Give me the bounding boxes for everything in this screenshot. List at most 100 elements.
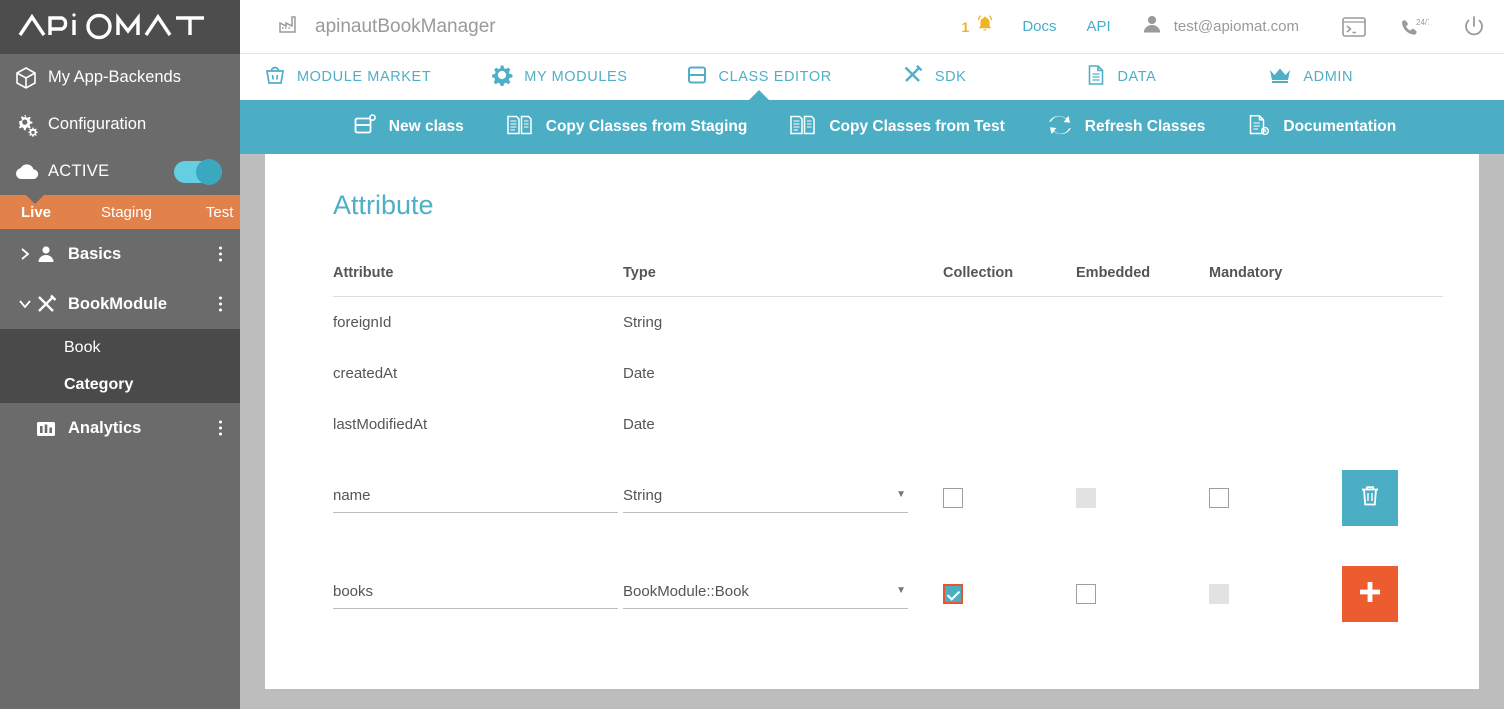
new-class-button[interactable]: New class (353, 113, 464, 141)
cell-collection (943, 399, 1076, 450)
tree-item-menu-icon[interactable] (219, 420, 222, 436)
tree-item-menu-icon[interactable] (219, 246, 222, 262)
table-header-row: Attribute Type Collection Embedded Manda… (333, 265, 1443, 297)
embedded-checkbox[interactable] (1076, 583, 1096, 604)
factory-icon (278, 14, 302, 40)
attribute-type-select[interactable]: BookModule::Book ▼ (623, 579, 908, 609)
cell-action (1342, 297, 1443, 348)
main-nav-tabs: MODULE MARKET MY MODULES CLASS EDITOR SD… (240, 54, 1504, 100)
attribute-name-input[interactable] (333, 482, 618, 513)
tab-class-editor[interactable]: CLASS EDITOR (686, 54, 832, 100)
env-tab-test[interactable]: Test (200, 204, 240, 221)
cell-embedded (1076, 546, 1209, 642)
collection-checkbox[interactable] (943, 583, 963, 604)
cell-collection (943, 297, 1076, 348)
env-tab-staging[interactable]: Staging (95, 204, 158, 221)
toggle-knob (196, 158, 222, 185)
column-header-type: Type (623, 265, 943, 297)
gears-icon (14, 113, 48, 137)
sidebar-item-configuration[interactable]: Configuration (0, 101, 240, 148)
tab-admin[interactable]: ADMIN (1268, 54, 1353, 100)
notifications-button[interactable]: 1 (962, 13, 997, 40)
plus-icon (1357, 579, 1383, 609)
cell-embedded (1076, 399, 1209, 450)
column-header-collection: Collection (943, 265, 1076, 297)
documentation-button[interactable]: Documentation (1247, 114, 1396, 141)
toolbar-label: Copy Classes from Staging (545, 118, 748, 135)
cell-action (1342, 348, 1443, 399)
tree-child-book[interactable]: Book (0, 329, 240, 366)
docs-link[interactable]: Docs (1022, 18, 1056, 35)
attribute-name-input[interactable] (333, 578, 618, 609)
content-area: Attribute Attribute Type Collection Embe… (240, 154, 1504, 709)
column-header-embedded: Embedded (1076, 265, 1209, 297)
api-link[interactable]: API (1087, 18, 1111, 35)
env-tab-live[interactable]: Live (15, 204, 57, 221)
console-icon[interactable] (1341, 16, 1367, 38)
attributes-table: Attribute Type Collection Embedded Manda… (333, 265, 1443, 642)
tools-icon (36, 294, 68, 314)
tab-my-modules[interactable]: MY MODULES (491, 54, 627, 100)
tree-item-label: BookModule (68, 294, 167, 313)
app-root: My App-Backends Configuration ACTIVE Liv… (0, 0, 1504, 709)
cell-attribute: lastModifiedAt (333, 415, 428, 433)
table-row: String ▼ (333, 450, 1443, 546)
delete-attribute-button[interactable] (1342, 469, 1398, 526)
sidebar-tree-bookmodule[interactable]: BookModule (0, 279, 240, 329)
copy-classes-from-staging-button[interactable]: Copy Classes from Staging (506, 114, 748, 141)
embedded-checkbox (1076, 487, 1096, 508)
column-header-mandatory: Mandatory (1209, 265, 1342, 297)
collection-checkbox[interactable] (943, 487, 963, 508)
doc-icon (1247, 114, 1271, 141)
toolbar-label: Refresh Classes (1084, 118, 1206, 135)
environment-tabs: Live Staging Test (0, 195, 240, 229)
table-row: foreignId String (333, 297, 1443, 348)
sidebar-item-my-app-backends[interactable]: My App-Backends (0, 54, 240, 101)
cell-collection (943, 348, 1076, 399)
chevron-down-icon: ▼ (896, 488, 906, 500)
tab-data[interactable]: DATA (1086, 54, 1156, 100)
cell-attribute: createdAt (333, 364, 398, 382)
class-icon (686, 64, 708, 90)
logo-area[interactable] (0, 0, 240, 54)
top-header: apinautBookManager 1 Docs API test@apiom… (240, 0, 1504, 54)
tree-child-category[interactable]: Category (0, 366, 240, 403)
table-row: createdAt Date (333, 348, 1443, 399)
support-phone-icon[interactable]: 24/7 (1399, 16, 1429, 38)
cell-embedded (1076, 348, 1209, 399)
cell-type: String (623, 313, 663, 331)
active-toggle[interactable] (174, 158, 222, 185)
trash-icon (1358, 483, 1382, 513)
cell-mandatory (1209, 450, 1342, 546)
tab-module-market[interactable]: MODULE MARKET (264, 54, 431, 100)
tab-sdk[interactable]: SDK (902, 54, 967, 100)
user-menu[interactable]: test@apiomat.com (1141, 13, 1299, 40)
mandatory-checkbox (1209, 583, 1229, 604)
mandatory-checkbox[interactable] (1209, 487, 1229, 508)
basket-icon (264, 64, 286, 90)
cell-type: BookModule::Book ▼ (623, 546, 943, 642)
tree-child-label: Book (64, 338, 101, 356)
power-icon[interactable] (1461, 14, 1487, 40)
attribute-type-value: String (623, 486, 663, 504)
copy-classes-from-test-button[interactable]: Copy Classes from Test (789, 114, 1005, 141)
gear-icon (491, 64, 513, 90)
tab-label: DATA (1117, 69, 1157, 85)
attribute-type-value: BookModule::Book (623, 582, 749, 600)
attribute-type-select[interactable]: String ▼ (623, 483, 908, 513)
cube-icon (14, 66, 48, 90)
add-attribute-button[interactable] (1342, 565, 1398, 622)
refresh-classes-button[interactable]: Refresh Classes (1047, 114, 1206, 141)
tree-item-menu-icon[interactable] (219, 296, 222, 312)
main-region: apinautBookManager 1 Docs API test@apiom… (240, 0, 1504, 709)
table-row: lastModifiedAt Date (333, 399, 1443, 450)
tab-label: CLASS EDITOR (718, 69, 832, 85)
tab-label: MODULE MARKET (297, 69, 432, 85)
sidebar-tree-analytics[interactable]: Analytics (0, 403, 240, 453)
cell-action (1342, 450, 1443, 546)
app-title[interactable]: apinautBookManager (278, 14, 496, 40)
column-header-attribute: Attribute (333, 265, 623, 297)
sidebar-item-label: My App-Backends (48, 68, 181, 86)
cell-type: Date (623, 415, 655, 433)
sidebar-tree-basics[interactable]: Basics (0, 229, 240, 279)
